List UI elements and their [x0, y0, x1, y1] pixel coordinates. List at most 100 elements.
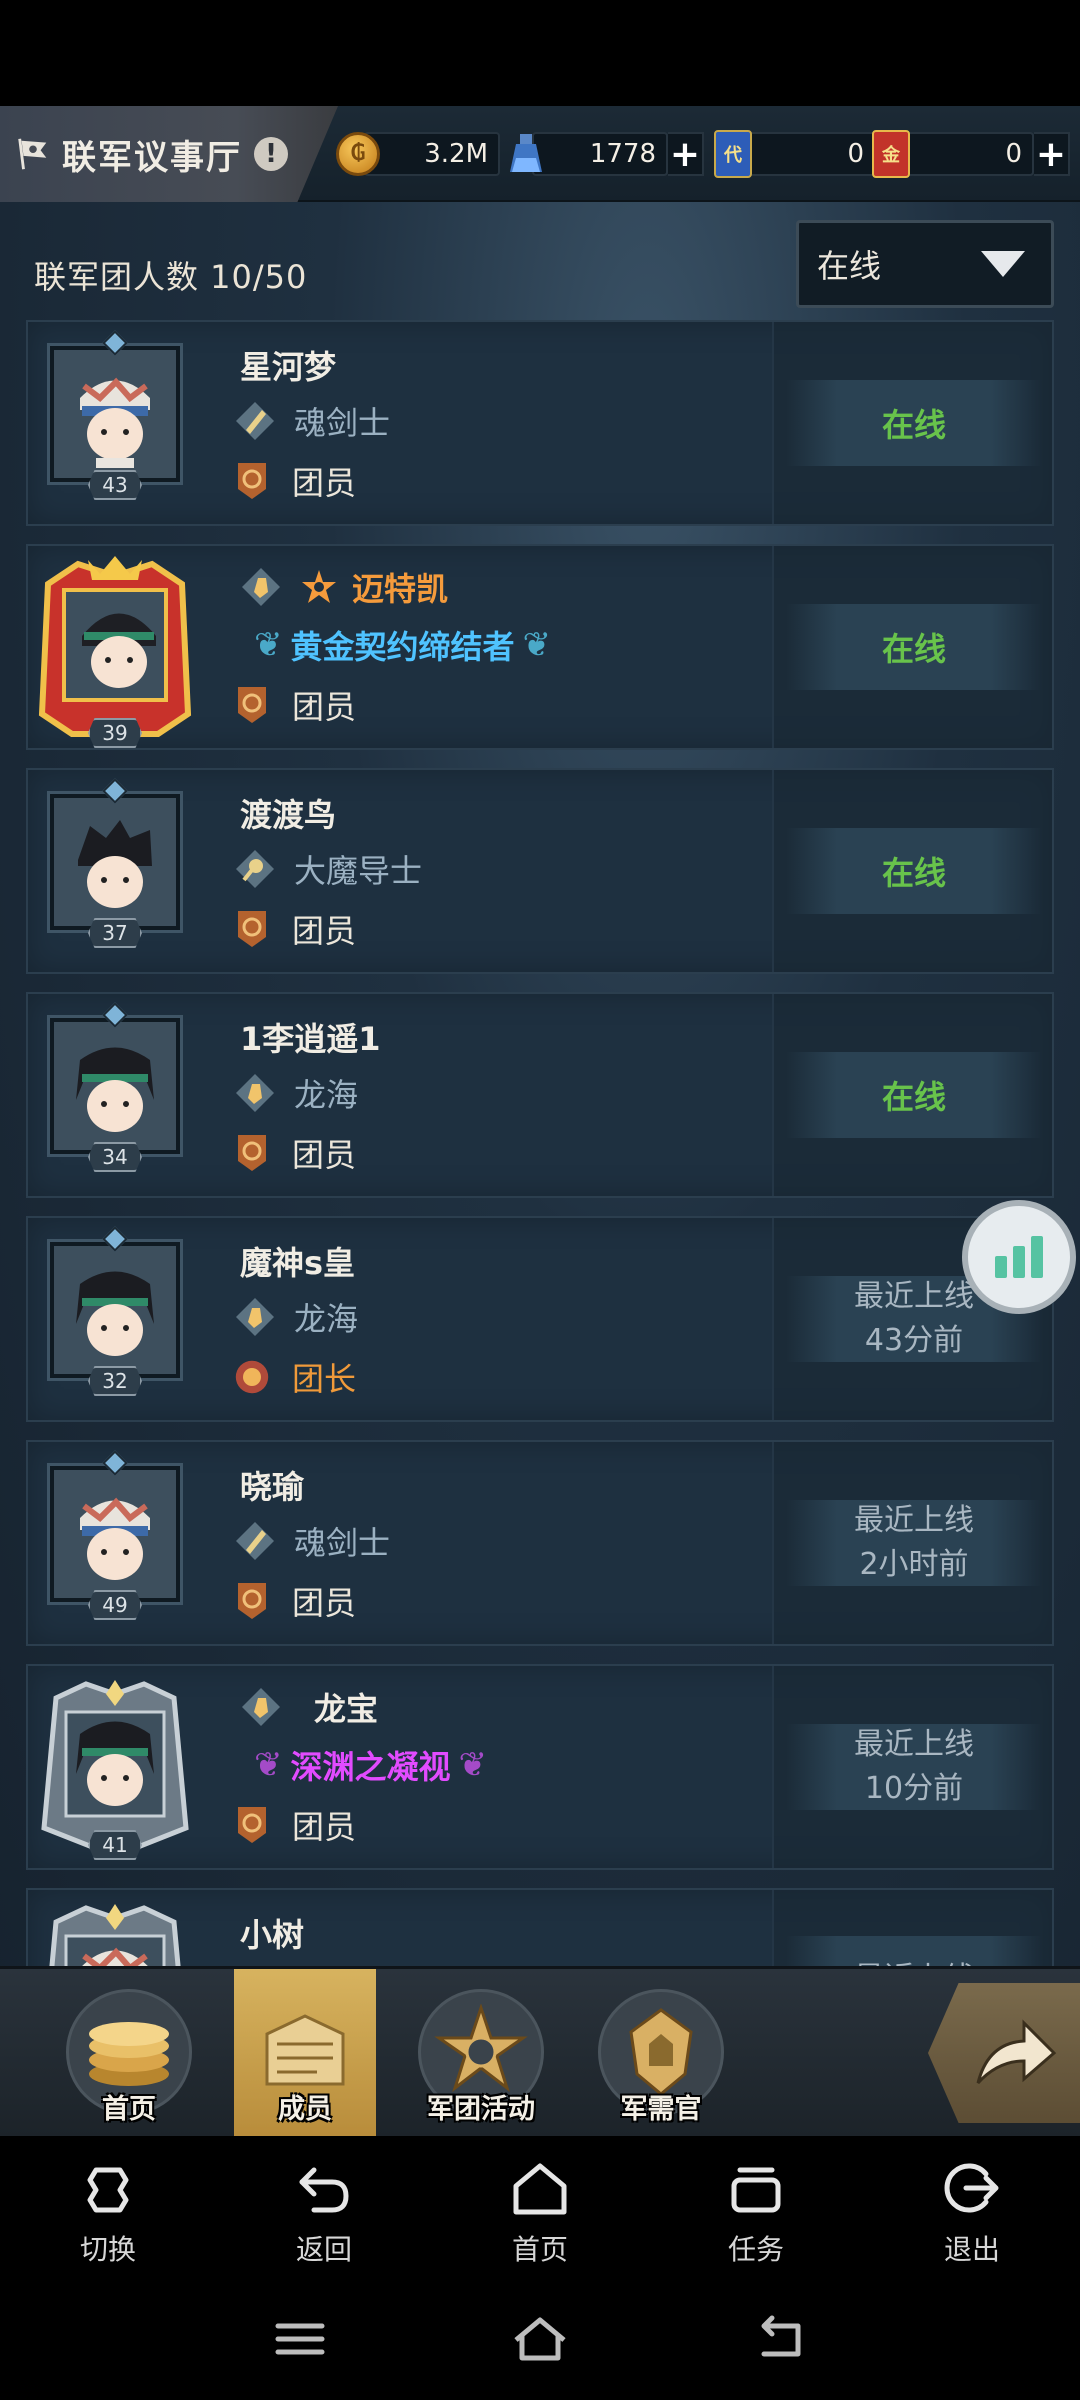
gold-coin-icon: ₲: [336, 132, 380, 176]
blue-card-resource: 代 0: [714, 130, 876, 178]
members-icon: [265, 2014, 345, 2086]
chevron-down-icon: [981, 251, 1025, 277]
online-status: 在线: [786, 1052, 1042, 1138]
member-row[interactable]: 37 渡渡鸟 大魔导士 团员 在线: [26, 768, 1054, 974]
member-row[interactable]: 34 1李逍遥1 龙海 团员 在线: [26, 992, 1054, 1198]
back-icon: [299, 2167, 349, 2213]
member-rank-icon: [238, 1583, 266, 1619]
fist-class-icon: [242, 1688, 280, 1726]
page-title: 联军议事厅: [62, 137, 242, 178]
potion-add-button[interactable]: +: [668, 132, 704, 176]
flag-icon: [18, 138, 47, 170]
member-row[interactable]: 32 魔神s皇 龙海 团长 最近上线 43分前: [26, 1216, 1054, 1422]
member-name: 魔神s皇: [240, 1244, 356, 1282]
sword-class-icon: [236, 1522, 274, 1560]
character-portrait-icon: [76, 1271, 154, 1356]
status-filter-dropdown[interactable]: 在线: [796, 220, 1054, 308]
character-portrait-icon: [76, 1047, 154, 1132]
nav-members[interactable]: 成员: [234, 1969, 376, 2136]
top-bar: 联军议事厅 ! ₲ 3.2M 1778 + 代 0 金 0 +: [0, 106, 1080, 202]
share-button[interactable]: [928, 1983, 1080, 2123]
nav-legion-activity[interactable]: 军团活动: [410, 1969, 552, 2136]
member-count: 联军团人数 10/50: [34, 258, 308, 296]
filter-value: 在线: [817, 247, 882, 285]
character-portrait-icon: [80, 377, 150, 468]
stats-float-button[interactable]: [962, 1200, 1076, 1314]
level-badge: 39: [88, 718, 142, 748]
member-row[interactable]: 39 迈特凯 ❦ 黄金契约缔结者 ❦ 团员 在线: [26, 544, 1054, 750]
avatar[interactable]: 43: [47, 330, 183, 500]
coins-icon: [89, 2022, 169, 2086]
fist-class-icon: [236, 1298, 274, 1336]
gold-value: 3.2M: [364, 132, 500, 176]
nav-quartermaster[interactable]: 军需官: [590, 1969, 732, 2136]
member-rank: 团员: [292, 1136, 357, 1174]
hall-tab[interactable]: 联军议事厅 !: [0, 106, 338, 202]
status-bar: [0, 0, 1080, 106]
member-name: 渡渡鸟: [240, 796, 337, 834]
nav-home[interactable]: 首页: [58, 1969, 200, 2136]
sys-exit[interactable]: 退出: [902, 2156, 1042, 2268]
member-rank: 团员: [292, 912, 357, 950]
member-row[interactable]: 43 星河梦 魂剑士 团员 在线: [26, 320, 1054, 526]
character-portrait-icon: [82, 613, 156, 688]
sys-task[interactable]: 任务: [686, 2156, 826, 2268]
member-name: 晓瑜: [240, 1468, 305, 1506]
member-class: 大魔导士: [294, 852, 423, 890]
level-badge: 32: [88, 1366, 142, 1396]
red-card-icon: 金: [872, 130, 910, 178]
member-rank: 团员: [292, 1808, 357, 1846]
member-row[interactable]: 41 龙宝 ❦ 深渊之凝视 ❦ 团员 最近上线 10分前: [26, 1664, 1054, 1870]
level-badge: 43: [88, 470, 142, 500]
member-rank-icon: [238, 463, 266, 499]
potion-value: 1778: [532, 132, 668, 176]
avatar[interactable]: 32: [47, 1226, 183, 1396]
member-rank-icon: [238, 1807, 266, 1843]
character-portrait-icon: [76, 1721, 154, 1806]
member-name: 迈特凯: [352, 570, 449, 608]
member-rank: 团员: [292, 464, 357, 502]
member-name: 1李逍遥1: [240, 1020, 381, 1058]
menu-icon[interactable]: [270, 2314, 330, 2364]
last-online-status: 最近上线 2小时前: [786, 1500, 1042, 1586]
avatar[interactable]: 34: [47, 1002, 183, 1172]
member-name: 星河梦: [240, 348, 337, 386]
sys-back[interactable]: 返回: [254, 2156, 394, 2268]
level-badge: 49: [88, 1590, 142, 1620]
android-home-icon[interactable]: [510, 2314, 570, 2364]
android-nav-bar: [0, 2276, 1080, 2400]
android-back-icon[interactable]: [750, 2314, 810, 2364]
avatar[interactable]: 49: [47, 1450, 183, 1620]
red-card-add-button[interactable]: +: [1034, 132, 1070, 176]
task-icon: [731, 2167, 781, 2213]
level-badge: 41: [88, 1830, 142, 1860]
exit-icon: [944, 2163, 999, 2213]
potion-icon: [510, 134, 542, 172]
avatar[interactable]: 41: [41, 1680, 189, 1860]
member-rank: 团长: [292, 1360, 357, 1398]
blue-card-icon: 代: [714, 130, 752, 178]
member-row[interactable]: 49 晓瑜 魂剑士 团员 最近上线 2小时前: [26, 1440, 1054, 1646]
home-icon: [513, 2163, 567, 2215]
member-class: 魂剑士: [294, 404, 391, 442]
magic-class-icon: [236, 850, 274, 888]
member-rank-icon: [238, 1135, 266, 1171]
sys-home[interactable]: 首页: [470, 2156, 610, 2268]
title-badge: ❦ 黄金契约缔结者 ❦: [254, 620, 551, 670]
member-name: 龙宝: [314, 1690, 379, 1728]
member-class: 龙海: [294, 1300, 359, 1338]
avatar[interactable]: 37: [47, 778, 183, 948]
fist-class-icon: [242, 568, 280, 606]
member-title: 黄金契约缔结者: [290, 628, 515, 666]
online-status: 在线: [786, 828, 1042, 914]
info-alert-icon[interactable]: !: [254, 137, 288, 171]
member-rank: 团员: [292, 688, 357, 726]
avatar[interactable]: 39: [38, 556, 192, 748]
sys-switch[interactable]: 切换: [38, 2156, 178, 2268]
system-toolbar: 切换 返回 首页 任务 退出: [0, 2136, 1080, 2276]
member-class: 魂剑士: [294, 1524, 391, 1562]
star-emblem-icon: [434, 2004, 528, 2093]
switch-icon: [87, 2167, 129, 2213]
member-list[interactable]: 43 星河梦 魂剑士 团员 在线 39 迈特凯 ❦ 黄金契约缔结者 ❦ 团员 在…: [26, 320, 1054, 2074]
character-portrait-icon: [78, 820, 152, 908]
